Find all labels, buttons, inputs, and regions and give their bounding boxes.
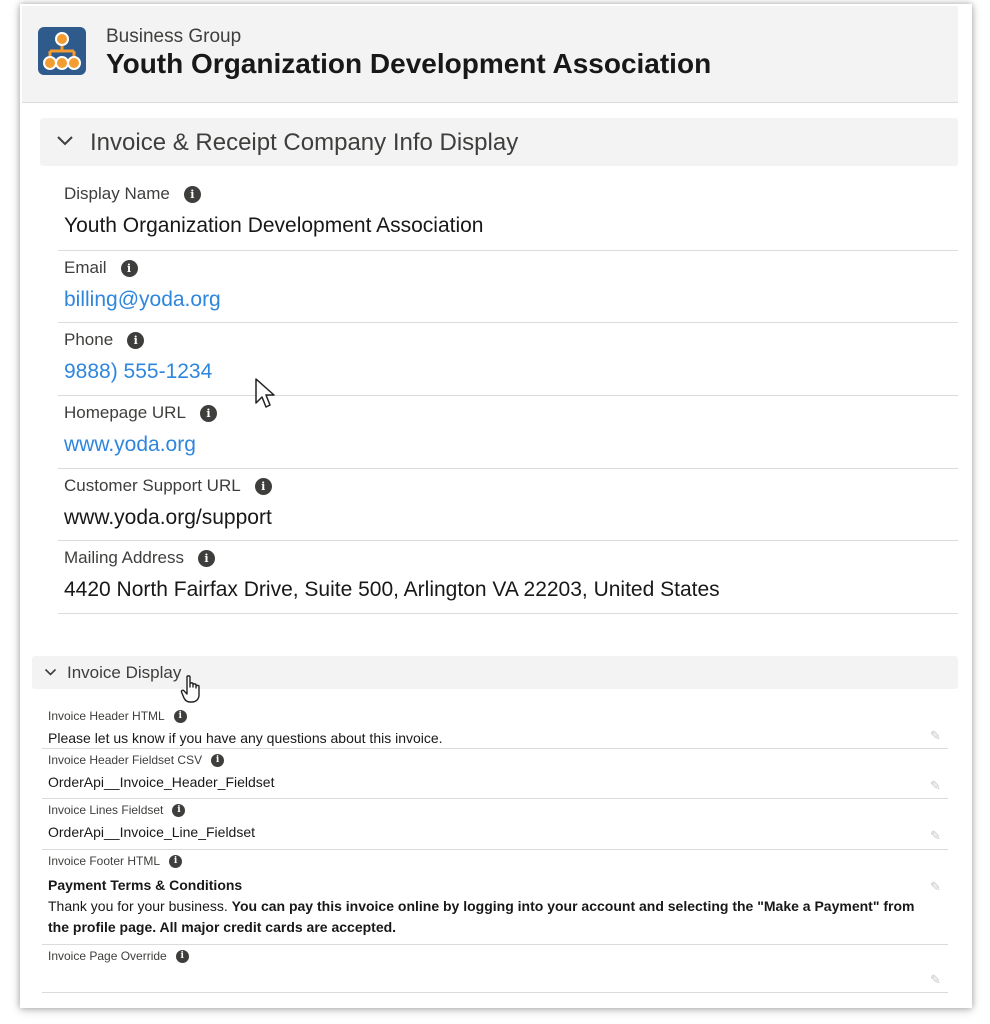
field-invoice-lines-fieldset: Invoice Lines Fieldset i OrderApi__Invoi… [42, 798, 948, 850]
field-value: www.yoda.org/support [64, 506, 272, 529]
edit-pencil-icon[interactable]: ✎ [930, 879, 944, 894]
section-header-company-info[interactable]: Invoice & Receipt Company Info Display [40, 118, 958, 166]
field-label: Invoice Footer HTML [48, 854, 161, 868]
section-title: Invoice Display [67, 663, 182, 682]
hierarchy-icon [38, 27, 86, 75]
field-mailing-address: Mailing Address i 4420 North Fairfax Dri… [58, 540, 958, 614]
section-title: Invoice & Receipt Company Info Display [90, 129, 519, 156]
info-icon[interactable]: i [173, 709, 187, 723]
mouse-pointer-icon [255, 378, 275, 408]
field-homepage-url: Homepage URL i www.yoda.org [58, 395, 958, 469]
info-icon[interactable]: i [183, 185, 201, 203]
field-invoice-page-override: Invoice Page Override i ✎ [42, 944, 948, 993]
field-invoice-header-html: Invoice Header HTML i Please let us know… [42, 704, 948, 749]
field-label: Invoice Header HTML [48, 709, 165, 723]
field-label: Homepage URL [64, 403, 186, 422]
footer-heading: Payment Terms & Conditions [48, 877, 243, 893]
section-header-invoice-display[interactable]: Invoice Display [32, 656, 958, 689]
info-icon[interactable]: i [120, 259, 138, 277]
info-icon[interactable]: i [199, 404, 217, 422]
field-customer-support-url: Customer Support URL i www.yoda.org/supp… [58, 468, 958, 541]
info-icon[interactable]: i [172, 803, 186, 817]
record-type-label: Business Group [106, 26, 242, 47]
homepage-link[interactable]: www.yoda.org [64, 433, 196, 457]
edit-pencil-icon[interactable]: ✎ [930, 778, 944, 793]
info-icon[interactable]: i [211, 753, 225, 767]
field-label: Invoice Lines Fieldset [48, 803, 164, 817]
field-value: Youth Organization Development Associati… [64, 214, 484, 237]
field-invoice-footer-html: Invoice Footer HTML i Payment Terms & Co… [42, 849, 948, 945]
field-value: OrderApi__Invoice_Line_Fieldset [48, 824, 256, 840]
email-link[interactable]: billing@yoda.org [64, 288, 221, 312]
record-card: Business Group Youth Organization Develo… [20, 4, 972, 1008]
info-icon[interactable]: i [127, 331, 145, 349]
field-email: Email i billing@yoda.org [58, 250, 958, 323]
edit-pencil-icon[interactable]: ✎ [930, 972, 944, 987]
hand-pointer-icon [180, 675, 200, 703]
field-display-name: Display Name i Youth Organization Develo… [58, 176, 958, 251]
page-title: Youth Organization Development Associati… [106, 48, 712, 79]
info-icon[interactable]: i [254, 477, 272, 495]
footer-plain-text: Thank you for your business. [48, 898, 232, 914]
field-label: Mailing Address [64, 548, 185, 567]
field-label: Invoice Header Fieldset CSV [48, 753, 203, 767]
field-label: Phone [64, 330, 114, 349]
edit-pencil-icon[interactable]: ✎ [930, 828, 944, 843]
info-icon[interactable]: i [198, 549, 216, 567]
field-label: Invoice Page Override [48, 949, 167, 963]
field-invoice-header-fieldset-csv: Invoice Header Fieldset CSV i OrderApi__… [42, 748, 948, 799]
field-value: Please let us know if you have any quest… [48, 730, 443, 746]
chevron-down-icon [44, 668, 57, 676]
field-label: Email [64, 258, 107, 277]
chevron-down-icon [57, 136, 73, 146]
info-icon[interactable]: i [169, 854, 183, 868]
edit-pencil-icon[interactable]: ✎ [930, 728, 944, 743]
phone-link[interactable]: 9888) 555-1234 [64, 360, 212, 384]
field-label: Display Name [64, 184, 170, 203]
field-value: OrderApi__Invoice_Header_Fieldset [48, 774, 275, 790]
footer-body: Thank you for your business. You can pay… [48, 896, 928, 938]
info-icon[interactable]: i [175, 949, 189, 963]
page-header: Business Group Youth Organization Develo… [22, 6, 958, 103]
field-phone: Phone i 9888) 555-1234 [58, 322, 958, 396]
field-value: 4420 North Fairfax Drive, Suite 500, Arl… [64, 578, 720, 601]
field-label: Customer Support URL [64, 476, 241, 495]
footer-html-value: Payment Terms & Conditions Thank you for… [48, 875, 928, 938]
